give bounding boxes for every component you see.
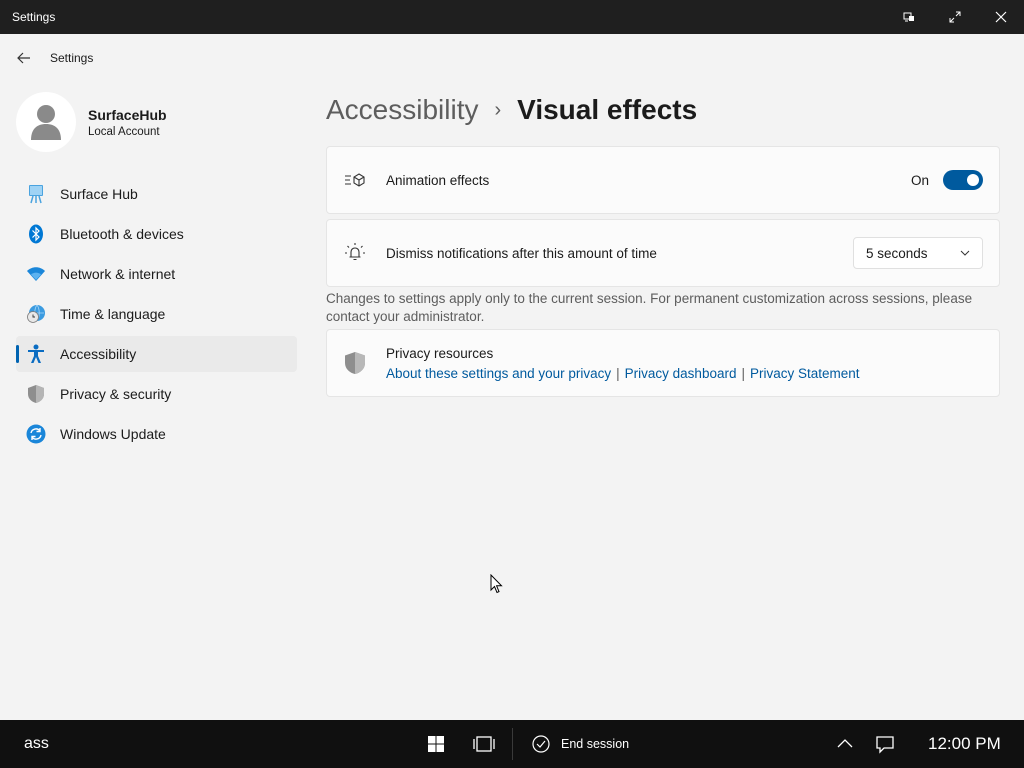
sidebar-item-label: Time & language bbox=[60, 306, 166, 322]
sidebar-item-surface-hub[interactable]: Surface Hub bbox=[16, 176, 297, 212]
animation-effects-label: Animation effects bbox=[386, 172, 490, 188]
title-bar: Settings bbox=[0, 0, 1024, 34]
shield-icon bbox=[344, 352, 366, 374]
snap-button[interactable] bbox=[886, 0, 932, 34]
sidebar-item-label: Accessibility bbox=[60, 346, 137, 362]
accessibility-icon bbox=[26, 344, 46, 364]
taskbar: ass End session 12:00 PM bbox=[0, 720, 1024, 768]
avatar bbox=[16, 92, 76, 152]
snap-icon bbox=[903, 12, 914, 22]
end-session-label: End session bbox=[561, 737, 630, 751]
app-label: Settings bbox=[50, 51, 94, 65]
surface-hub-icon bbox=[26, 184, 46, 204]
back-button[interactable] bbox=[8, 42, 40, 74]
profile-name: SurfaceHub bbox=[88, 106, 167, 123]
person-icon bbox=[31, 105, 61, 140]
taskbar-divider bbox=[512, 728, 513, 760]
wifi-icon bbox=[26, 264, 46, 284]
sidebar-item-label: Surface Hub bbox=[60, 186, 138, 202]
sidebar-item-privacy-security[interactable]: Privacy & security bbox=[16, 376, 297, 412]
check-circle-icon bbox=[532, 735, 550, 753]
link-separator: | bbox=[741, 365, 745, 381]
toggle-state-label: On bbox=[910, 172, 929, 188]
close-button[interactable] bbox=[978, 0, 1024, 34]
task-view-icon[interactable] bbox=[471, 734, 497, 754]
taskbar-text[interactable]: ass bbox=[24, 720, 49, 768]
animation-icon bbox=[344, 169, 366, 191]
update-icon bbox=[26, 424, 46, 444]
breadcrumb-parent[interactable]: Accessibility bbox=[326, 94, 478, 126]
sidebar-item-label: Network & internet bbox=[60, 266, 176, 282]
end-session-button[interactable]: End session bbox=[532, 720, 629, 768]
globe-clock-icon bbox=[26, 304, 46, 324]
dismiss-notifications-label: Dismiss notifications after this amount … bbox=[386, 245, 657, 261]
back-arrow-icon bbox=[17, 52, 30, 64]
session-note: Changes to settings apply only to the cu… bbox=[326, 291, 973, 324]
privacy-statement-link[interactable]: Privacy Statement bbox=[750, 366, 860, 381]
close-icon bbox=[995, 11, 1007, 23]
chevron-down-icon bbox=[960, 250, 970, 256]
expand-icon bbox=[949, 11, 961, 23]
taskbar-clock[interactable]: 12:00 PM bbox=[928, 720, 1001, 768]
privacy-dashboard-link[interactable]: Privacy dashboard bbox=[625, 366, 737, 381]
animation-effects-card: Animation effects On bbox=[326, 146, 1000, 214]
profile-account-type: Local Account bbox=[88, 125, 160, 138]
sidebar-item-bluetooth[interactable]: Bluetooth & devices bbox=[16, 216, 297, 252]
chevron-up-icon[interactable] bbox=[835, 734, 855, 754]
shield-icon bbox=[26, 384, 46, 404]
sidebar-item-label: Windows Update bbox=[60, 426, 166, 442]
privacy-links: About these settings and your privacy | … bbox=[386, 366, 860, 381]
header-row: Settings bbox=[0, 42, 93, 74]
dropdown-selected-value: 5 seconds bbox=[866, 245, 928, 261]
mouse-cursor-icon bbox=[490, 574, 503, 594]
breadcrumb-separator: › bbox=[494, 98, 502, 121]
notification-center-icon[interactable] bbox=[875, 734, 895, 754]
page-title: Visual effects bbox=[517, 94, 698, 125]
dismiss-notifications-card: Dismiss notifications after this amount … bbox=[326, 219, 1000, 287]
sidebar-nav: Surface Hub Bluetooth & devices Network … bbox=[16, 176, 297, 456]
link-separator: | bbox=[616, 365, 620, 381]
window-title: Settings bbox=[12, 10, 56, 24]
windows-start-icon[interactable] bbox=[426, 734, 446, 754]
notification-bell-icon bbox=[344, 242, 366, 264]
user-profile[interactable]: SurfaceHub Local Account bbox=[16, 92, 167, 152]
fullscreen-button[interactable] bbox=[932, 0, 978, 34]
dismiss-time-dropdown[interactable]: 5 seconds bbox=[853, 237, 983, 269]
breadcrumb: Accessibility › Visual effects bbox=[326, 90, 697, 130]
sidebar-item-network[interactable]: Network & internet bbox=[16, 256, 297, 292]
about-settings-privacy-link[interactable]: About these settings and your privacy bbox=[386, 366, 611, 381]
sidebar-item-label: Privacy & security bbox=[60, 386, 172, 402]
animation-effects-toggle[interactable] bbox=[943, 170, 983, 190]
bluetooth-icon bbox=[26, 224, 46, 244]
privacy-resources-card: Privacy resources About these settings a… bbox=[326, 329, 1000, 397]
toggle-knob bbox=[967, 174, 979, 186]
sidebar-item-windows-update[interactable]: Windows Update bbox=[16, 416, 297, 452]
sidebar-item-label: Bluetooth & devices bbox=[60, 226, 184, 242]
sidebar-item-accessibility[interactable]: Accessibility bbox=[16, 336, 297, 372]
sidebar-item-time-language[interactable]: Time & language bbox=[16, 296, 297, 332]
privacy-resources-title: Privacy resources bbox=[386, 345, 494, 361]
